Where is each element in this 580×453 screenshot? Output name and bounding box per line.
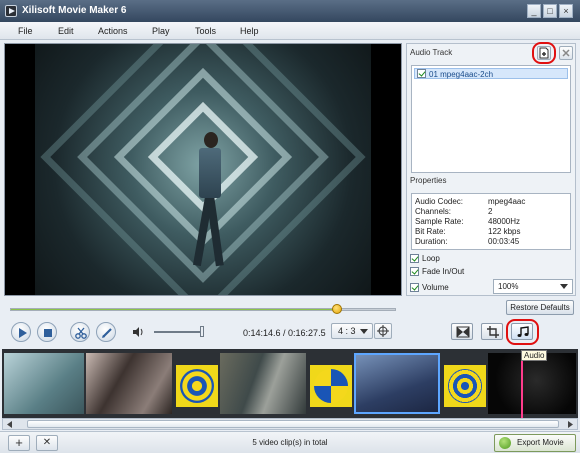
remove-audio-button[interactable] [559,46,573,60]
timeline-strip[interactable] [2,349,578,418]
video-frame [35,44,371,295]
export-movie-button[interactable]: Export Movie [494,434,576,452]
menu-play[interactable]: Play [152,26,170,36]
close-icon [562,49,570,57]
edit-button[interactable] [96,322,116,342]
properties-heading: Properties [410,176,447,185]
menu-tools[interactable]: Tools [195,26,216,36]
tab-transition[interactable] [451,323,473,340]
volume-slider[interactable] [154,326,204,337]
volume-select[interactable]: 100% [493,279,573,294]
transition-thumb[interactable] [176,365,218,407]
property-key: Channels: [415,207,452,216]
timeline-scrollbar[interactable] [2,418,578,430]
audio-track-list[interactable]: 01 mpeg4aac-2ch [411,65,571,173]
property-key: Audio Codec: [415,197,464,206]
volume-select-value: 100% [498,282,519,291]
scroll-thumb[interactable] [27,420,559,428]
video-preview[interactable] [4,43,402,296]
property-value: 2 [488,207,493,216]
track-label: 01 mpeg4aac-2ch [429,70,494,79]
menu-bar: File Edit Actions Play Tools Help [0,22,580,40]
video-clip-thumb[interactable] [4,353,84,414]
timeline-playhead[interactable] [521,356,523,418]
highlight-circle [506,319,539,345]
scroll-right-icon[interactable] [565,420,575,429]
cut-button[interactable] [70,322,90,342]
property-value: 48000Hz [488,217,521,226]
transition-thumb[interactable] [444,365,486,407]
property-key: Duration: [415,237,448,246]
aspect-ratio-value: 4 : 3 [338,326,356,336]
menu-actions[interactable]: Actions [98,26,128,36]
maximize-button[interactable]: □ [543,4,557,18]
volume-handle[interactable] [199,326,204,337]
close-button[interactable]: × [559,4,573,18]
status-bar: + ✕ 5 video clip(s) in total Export Movi… [0,431,580,453]
playback-progress-bar[interactable] [10,304,396,314]
cut-icon [75,327,87,339]
export-label: Export Movie [517,438,564,447]
chevron-down-icon [360,329,368,334]
highlight-circle [532,42,556,64]
tab-crop[interactable] [481,323,503,340]
audio-track-heading: Audio Track [410,48,453,57]
menu-help[interactable]: Help [240,26,259,36]
restore-defaults-button[interactable]: Restore Defaults [506,300,574,315]
crop-icon [487,326,499,338]
volume-label: Volume [422,283,449,292]
fade-checkbox[interactable] [410,267,419,276]
property-key: Sample Rate: [415,217,464,226]
stop-button[interactable] [37,322,57,342]
volume-icon[interactable] [132,326,144,338]
menu-file[interactable]: File [18,26,33,36]
track-checkbox[interactable] [417,69,426,78]
audio-track-row[interactable]: 01 mpeg4aac-2ch [414,68,568,79]
edit-icon [102,328,112,338]
video-clip-thumb[interactable] [488,353,576,414]
video-clip-thumb[interactable] [354,353,440,414]
clip-count-label: 5 video clip(s) in total [252,438,328,447]
property-value: 00:03:45 [488,237,520,246]
play-icon [19,328,27,338]
scroll-left-icon[interactable] [5,420,15,429]
volume-checkbox[interactable] [410,283,419,292]
progress-handle[interactable] [332,304,343,314]
loop-label: Loop [422,254,440,263]
audio-tooltip: Audio [521,350,548,361]
app-logo-icon [5,5,17,17]
window-title: Xilisoft Movie Maker 6 [22,5,127,16]
property-value: mpeg4aac [488,197,526,206]
film-reel-icon [499,437,511,449]
title-bar: Xilisoft Movie Maker 6 _ □ × [0,0,580,22]
menu-edit[interactable]: Edit [58,26,74,36]
snapshot-button[interactable] [374,323,392,339]
loop-checkbox[interactable] [410,254,419,263]
property-value: 122 kbps [488,227,521,236]
transition-icon [456,326,470,338]
dancer-figure [192,132,225,272]
chevron-down-icon [560,284,568,289]
time-readout: 0:14:14.6 / 0:16:27.5 [243,328,326,338]
property-key: Bit Rate: [415,227,446,236]
video-clip-thumb[interactable] [220,353,306,414]
transition-thumb[interactable] [310,365,352,407]
progress-fill [11,309,338,310]
stop-icon [44,329,52,337]
properties-box: Audio Codec: mpeg4aac Channels: 2 Sample… [411,193,571,250]
aspect-ratio-select[interactable]: 4 : 3 [331,323,373,339]
video-clip-thumb[interactable] [86,353,172,414]
minimize-button[interactable]: _ [527,4,541,18]
fade-label: Fade In/Out [422,267,465,276]
crosshair-icon [377,325,389,337]
play-button[interactable] [11,322,31,342]
